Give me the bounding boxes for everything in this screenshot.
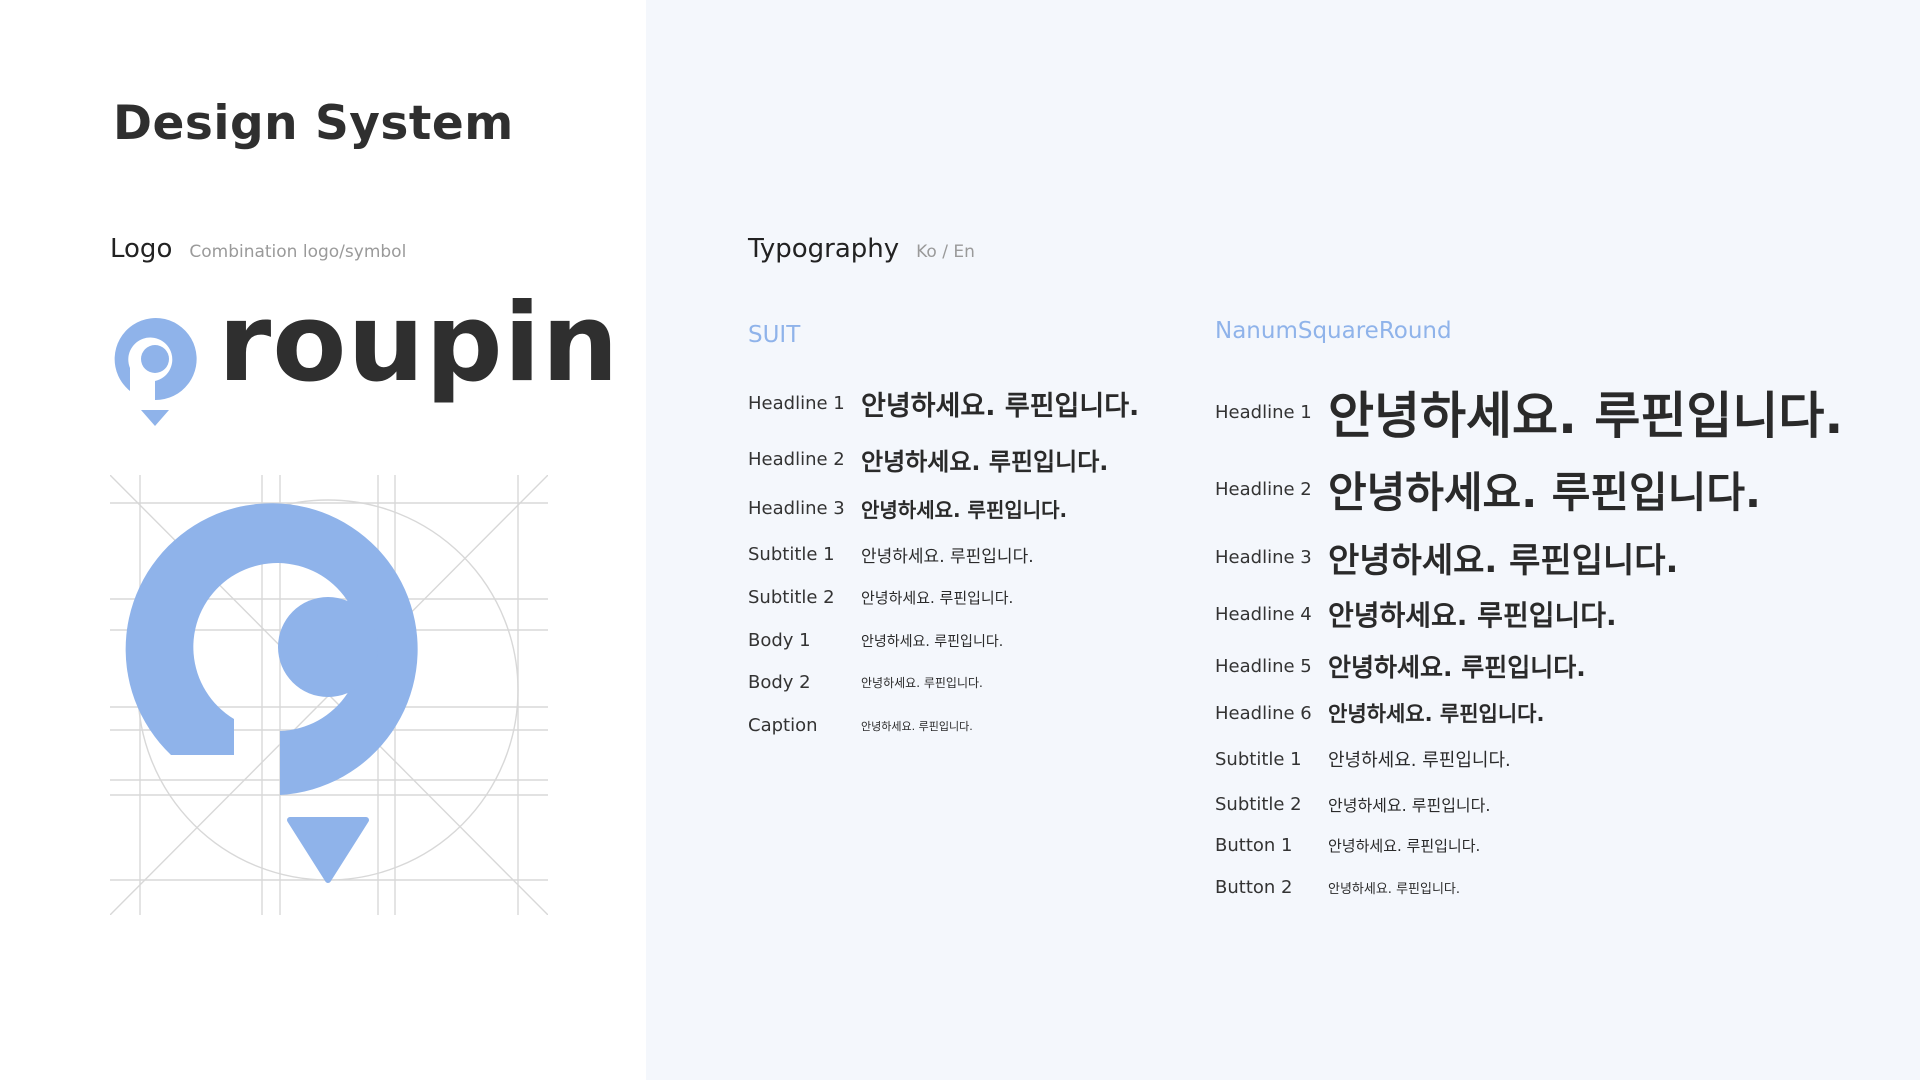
nanum-row-headline-4: Headline 4 안녕하세요. 루핀입니다.	[1215, 594, 1617, 634]
suit-sample: 안녕하세요. 루핀입니다.	[861, 589, 1014, 607]
nanum-sample: 안녕하세요. 루핀입니다.	[1328, 599, 1617, 632]
nanum-row-button-2: Button 2 안녕하세요. 루핀입니다.	[1215, 877, 1460, 898]
nanum-row-headline-1: Headline 1 안녕하세요. 루핀입니다.	[1215, 376, 1843, 448]
suit-row-headline-2: Headline 2 안녕하세요. 루핀입니다.	[748, 442, 1108, 477]
nanum-font-name: NanumSquareRound	[1215, 318, 1452, 344]
nanum-label: Button 1	[1215, 835, 1293, 856]
logo-section-subtitle: Combination logo/symbol	[189, 242, 407, 262]
nanum-row-headline-2: Headline 2 안녕하세요. 루핀입니다.	[1215, 459, 1761, 520]
nanum-label: Headline 6	[1215, 702, 1312, 724]
suit-sample: 안녕하세요. 루핀입니다.	[861, 633, 1004, 650]
nanum-sample: 안녕하세요. 루핀입니다.	[1328, 653, 1586, 682]
typography-section-title: Typography	[748, 234, 900, 264]
suit-label: Headline 2	[748, 449, 845, 470]
nanum-sample: 안녕하세요. 루핀입니다.	[1328, 387, 1844, 445]
nanum-sample: 안녕하세요. 루핀입니다.	[1328, 882, 1460, 897]
logo-pin-icon	[114, 318, 197, 426]
suit-label: Subtitle 2	[748, 587, 835, 608]
suit-sample: 안녕하세요. 루핀입니다.	[861, 391, 1140, 422]
suit-font-name: SUIT	[748, 322, 801, 348]
logo-wordmark: roupin	[218, 281, 620, 406]
suit-label: Headline 3	[748, 498, 845, 519]
nanum-label: Headline 5	[1215, 655, 1312, 677]
suit-label: Body 2	[748, 672, 811, 693]
suit-label: Headline 1	[748, 393, 845, 414]
suit-row-headline-3: Headline 3 안녕하세요. 루핀입니다.	[748, 494, 1067, 523]
nanum-sample: 안녕하세요. 루핀입니다.	[1328, 702, 1545, 726]
nanum-sample: 안녕하세요. 루핀입니다.	[1328, 837, 1481, 855]
nanum-row-subtitle-2: Subtitle 2 안녕하세요. 루핀입니다.	[1215, 792, 1490, 816]
logo-symbol-construction-grid	[110, 475, 548, 915]
suit-label: Subtitle 1	[748, 544, 835, 565]
nanum-label: Headline 4	[1215, 603, 1312, 625]
nanum-label: Subtitle 2	[1215, 793, 1302, 815]
page-title: Design System	[113, 96, 514, 151]
suit-row-body-1: Body 1 안녕하세요. 루핀입니다.	[748, 630, 1003, 651]
typography-section-header: Typography Ko / En	[748, 234, 975, 264]
nanum-sample: 안녕하세요. 루핀입니다.	[1328, 750, 1511, 771]
logo-section-title: Logo	[110, 234, 173, 264]
suit-label: Caption	[748, 715, 818, 736]
suit-sample: 안녕하세요. 루핀입니다.	[861, 719, 973, 733]
nanum-row-headline-3: Headline 3 안녕하세요. 루핀입니다.	[1215, 533, 1678, 582]
suit-sample: 안녕하세요. 루핀입니다.	[861, 547, 1034, 567]
suit-sample: 안녕하세요. 루핀입니다.	[861, 676, 983, 690]
nanum-row-button-1: Button 1 안녕하세요. 루핀입니다.	[1215, 835, 1480, 856]
symbol-pointer	[287, 817, 369, 883]
nanum-row-headline-5: Headline 5 안녕하세요. 루핀입니다.	[1215, 648, 1586, 684]
nanum-label: Headline 3	[1215, 547, 1312, 568]
suit-sample: 안녕하세요. 루핀입니다.	[861, 448, 1109, 476]
nanum-row-headline-6: Headline 6 안녕하세요. 루핀입니다.	[1215, 698, 1544, 728]
nanum-label: Subtitle 1	[1215, 748, 1302, 770]
nanum-sample: 안녕하세요. 루핀입니다.	[1328, 468, 1761, 517]
nanum-label: Button 2	[1215, 877, 1293, 898]
suit-sample: 안녕하세요. 루핀입니다.	[861, 498, 1068, 522]
suit-row-subtitle-1: Subtitle 1 안녕하세요. 루핀입니다.	[748, 542, 1034, 567]
suit-row-subtitle-2: Subtitle 2 안녕하세요. 루핀입니다.	[748, 587, 1013, 608]
suit-row-caption: Caption 안녕하세요. 루핀입니다.	[748, 715, 973, 736]
nanum-sample: 안녕하세요. 루핀입니다.	[1328, 541, 1679, 581]
nanum-row-subtitle-1: Subtitle 1 안녕하세요. 루핀입니다.	[1215, 746, 1511, 772]
suit-label: Body 1	[748, 630, 811, 651]
suit-row-headline-1: Headline 1 안녕하세요. 루핀입니다.	[748, 384, 1139, 423]
typography-section-subtitle: Ko / En	[916, 242, 975, 262]
logo-section-header: Logo Combination logo/symbol	[110, 234, 406, 264]
nanum-label: Headline 2	[1215, 479, 1312, 500]
symbol-dot	[278, 597, 378, 697]
suit-row-body-2: Body 2 안녕하세요. 루핀입니다.	[748, 672, 983, 693]
nanum-label: Headline 1	[1215, 401, 1312, 423]
nanum-sample: 안녕하세요. 루핀입니다.	[1328, 796, 1491, 815]
